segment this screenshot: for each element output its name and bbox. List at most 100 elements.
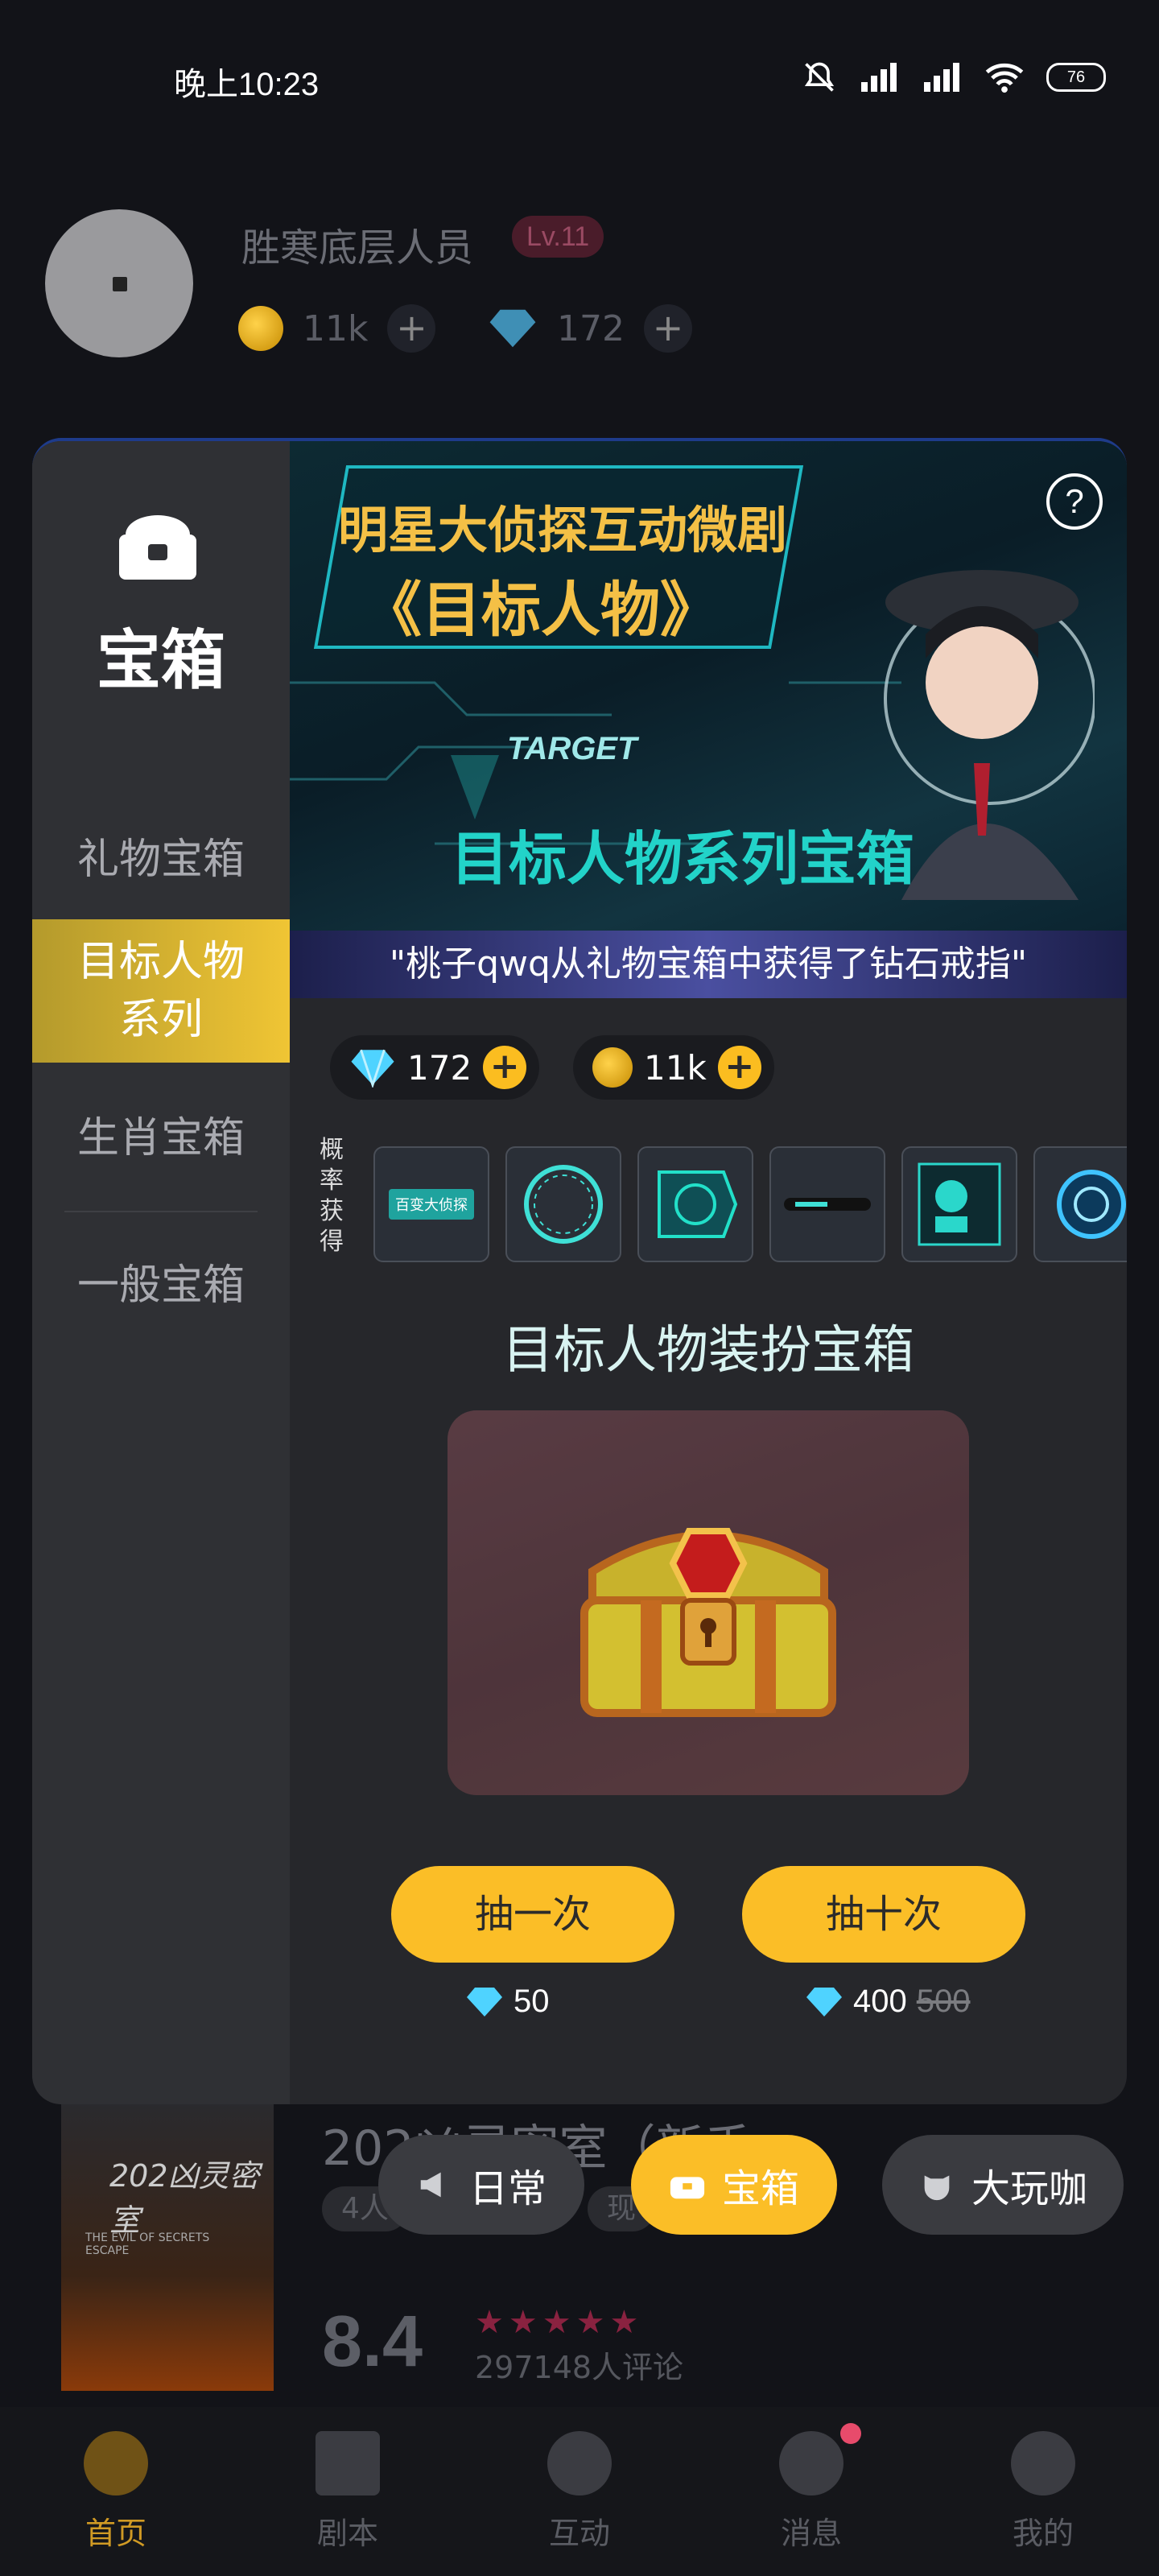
probability-char: 概 <box>320 1136 344 1164</box>
profile-name: 胜寒底层人员 <box>241 225 474 270</box>
add-coins-button[interactable]: + <box>717 1046 761 1089</box>
wifi-icon <box>985 63 1024 93</box>
status-time: 晚上10:23 <box>174 67 320 102</box>
sidebar-divider <box>64 1211 258 1212</box>
nav-profile[interactable]: 我的 <box>927 2431 1159 2553</box>
signal-icon-2 <box>924 63 959 92</box>
prize-card-icon <box>918 1162 1001 1246</box>
add-diamonds-button[interactable]: + <box>483 1046 527 1089</box>
banner-series-title: 目标人物系列宝箱 <box>451 825 915 893</box>
profile-face-icon <box>1011 2431 1075 2496</box>
mask-icon <box>924 2175 950 2201</box>
messages-unread-badge <box>840 2423 861 2444</box>
sidebar-item-target-series[interactable]: 目标人物 系列 <box>32 919 290 1063</box>
sidebar-header-title: 宝箱 <box>97 623 225 698</box>
probability-label: 概 率 获 得 <box>316 1135 348 1257</box>
mode-daily-button[interactable]: 日常 <box>378 2135 584 2235</box>
nav-messages-label: 消息 <box>780 2516 842 2551</box>
prize-item[interactable] <box>637 1146 753 1262</box>
treasure-chest-icon <box>448 1410 969 1795</box>
draw-once-cost-value: 50 <box>514 1984 550 2019</box>
help-icon[interactable]: ? <box>1046 473 1103 530</box>
nav-interact[interactable]: 互动 <box>464 2431 695 2553</box>
banner-target-text: TARGET <box>507 731 637 766</box>
mode-chest-label: 宝箱 <box>721 2166 799 2211</box>
prize-frame-icon <box>524 1165 603 1244</box>
coin-count: 11k <box>303 308 369 349</box>
chest-icon <box>119 515 196 580</box>
probability-char: 率 <box>320 1166 344 1195</box>
prize-item[interactable]: 百变大侦探 <box>373 1146 489 1262</box>
sidebar-item-gift-chest[interactable]: 礼物宝箱 <box>32 811 290 908</box>
draw-ten-cost: 400 500 <box>805 1984 971 2020</box>
mode-player-label: 大玩咖 <box>971 2166 1087 2211</box>
series-banner: 明星大侦探互动微剧 《目标人物》 TARGET 目标人物系列宝箱 ? <box>290 441 1127 931</box>
box-title: 目标人物装扮宝箱 <box>502 1321 914 1381</box>
add-diamonds-button[interactable]: + <box>643 304 692 353</box>
mode-player-button[interactable]: 大玩咖 <box>882 2135 1124 2235</box>
signal-icon <box>861 63 897 92</box>
game-poster[interactable]: 202凶灵密室 THE EVIL OF SECRETS ESCAPE <box>61 2103 274 2391</box>
banner-title-line1: 明星大侦探互动微剧 <box>338 501 788 559</box>
diamond-icon <box>351 1049 394 1088</box>
coin-balance-pill: 11k + <box>573 1035 774 1100</box>
nav-interact-label: 互动 <box>548 2516 610 2551</box>
prize-bar-icon <box>784 1198 871 1211</box>
prize-item[interactable] <box>769 1146 885 1262</box>
diamond-count: 172 <box>557 308 625 349</box>
draw-once-cost: 50 <box>465 1984 550 2020</box>
draw-ten-cost-value: 400 <box>853 1984 907 2019</box>
probability-char: 得 <box>320 1228 344 1256</box>
chat-bubble-icon <box>779 2431 843 2496</box>
coin-balance-value: 11k <box>644 1047 707 1088</box>
diamond-balance-value: 172 <box>407 1047 472 1088</box>
prize-item-label: 百变大侦探 <box>389 1189 474 1220</box>
add-coins-button[interactable]: + <box>387 304 436 353</box>
home-icon <box>84 2431 148 2496</box>
compass-icon <box>547 2431 612 2496</box>
diamond-icon <box>806 1987 842 2017</box>
nav-home-label: 首页 <box>85 2516 146 2551</box>
megaphone-icon <box>420 2172 441 2198</box>
probability-char: 获 <box>320 1197 344 1225</box>
diamond-balance: 172 + <box>488 304 692 353</box>
nav-messages[interactable]: 消息 <box>695 2431 927 2553</box>
draw-ten-original-cost: 500 <box>916 1984 971 2019</box>
sidebar-item-label-line1: 目标人物 <box>76 938 245 986</box>
level-badge: Lv.11 <box>512 216 604 258</box>
prize-item[interactable] <box>1033 1146 1127 1262</box>
chest-sidebar: 宝箱 礼物宝箱 目标人物 系列 生肖宝箱 一般宝箱 <box>32 441 290 2104</box>
mode-chest-button[interactable]: 宝箱 <box>631 2135 837 2235</box>
prize-item[interactable] <box>505 1146 621 1262</box>
banner-title-line2: 《目标人物》 <box>362 576 720 645</box>
nav-scripts[interactable]: 剧本 <box>232 2431 464 2553</box>
review-count: 297148人评论 <box>475 2350 684 2385</box>
sidebar-item-zodiac-chest[interactable]: 生肖宝箱 <box>32 1067 290 1209</box>
avatar-dot <box>113 277 127 291</box>
chest-preview-card[interactable] <box>448 1410 969 1795</box>
sidebar-item-general-chest[interactable]: 一般宝箱 <box>32 1214 290 1357</box>
draw-ten-button[interactable]: 抽十次 <box>742 1866 1025 1963</box>
coin-icon <box>238 306 283 351</box>
poster-subtitle: THE EVIL OF SECRETS ESCAPE <box>85 2231 210 2257</box>
chest-modal: 宝箱 礼物宝箱 目标人物 系列 生肖宝箱 一般宝箱 明星大侦探互动微剧 《目标人… <box>32 438 1127 2104</box>
nav-home[interactable]: 首页 <box>0 2431 232 2553</box>
detective-character-illustration <box>884 570 1095 900</box>
rating-score: 8.4 <box>322 2301 423 2382</box>
prize-badge-icon <box>658 1170 738 1238</box>
mode-daily-label: 日常 <box>468 2166 547 2211</box>
coin-balance: 11k + <box>238 304 436 353</box>
nav-profile-label: 我的 <box>1012 2516 1074 2551</box>
status-icons: 76 <box>802 58 1106 97</box>
book-icon <box>316 2431 380 2496</box>
mute-bell-icon <box>804 62 835 92</box>
battery-indicator: 76 <box>1046 63 1106 92</box>
sidebar-item-label-line2: 系列 <box>118 996 203 1044</box>
prize-item[interactable] <box>901 1146 1017 1262</box>
diamond-balance-pill: 172 + <box>330 1035 540 1100</box>
prize-emblem-icon <box>1057 1170 1126 1239</box>
draw-once-button[interactable]: 抽一次 <box>391 1866 674 1963</box>
rating-stars: ★★★★★ <box>475 2304 644 2341</box>
diamond-icon <box>467 1987 502 2017</box>
diamond-icon <box>489 309 536 348</box>
